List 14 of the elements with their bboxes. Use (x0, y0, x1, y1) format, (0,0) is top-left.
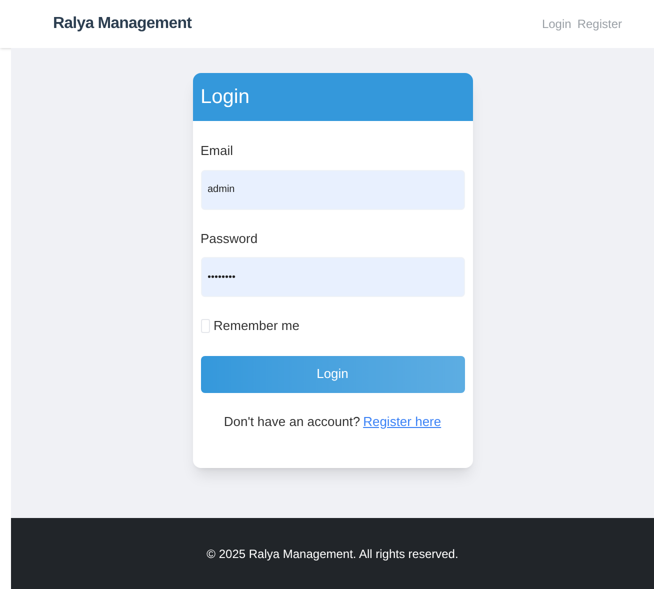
register-prompt: Don't have an account? (224, 412, 360, 430)
nav-link[interactable]: Register (577, 15, 622, 33)
field-label: Email (200, 142, 234, 160)
input-field[interactable]: •••••••• (200, 257, 464, 297)
card-title: Login (200, 85, 250, 110)
footer-text: © 2025 Ralya Management. All rights reserved. (206, 546, 458, 562)
field-label: Password (200, 230, 258, 248)
login-button[interactable]: Login (200, 356, 464, 392)
remember-label: Remember me (214, 317, 300, 335)
nav-link[interactable]: Login (542, 15, 572, 33)
checkbox[interactable] (200, 318, 210, 333)
brand-title[interactable]: Ralya Management (53, 12, 192, 36)
input-field[interactable]: admin (200, 170, 464, 210)
register-link[interactable]: Register here (363, 412, 442, 431)
